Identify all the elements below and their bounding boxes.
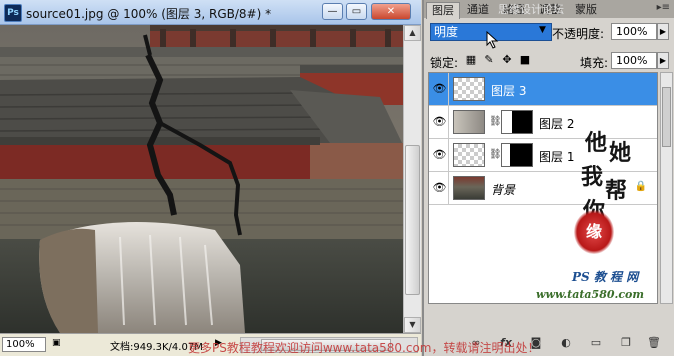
tab-layers[interactable]: 图层 <box>426 2 460 19</box>
watermark-top: 思缘设计论坛 <box>498 3 564 16</box>
layer-row-3[interactable]: 👁 图层 3 <box>429 73 657 106</box>
photoshop-logo-icon: Ps <box>4 4 22 22</box>
watermark-seal: 缘 <box>574 210 614 254</box>
minimize-button[interactable]: — <box>322 3 343 20</box>
lock-all-icon[interactable]: ■ <box>518 53 532 67</box>
fill-arrow-icon[interactable]: ▶ <box>657 52 669 69</box>
document-title: source01.jpg @ 100% (图层 3, RGB/8#) * <box>26 7 272 21</box>
layer-name[interactable]: 背景 <box>491 181 515 198</box>
scroll-down-icon[interactable]: ▼ <box>404 317 421 333</box>
tab-masks[interactable]: 蒙版 <box>570 2 602 18</box>
blend-dropdown-arrow-icon[interactable]: ▼ <box>539 25 546 35</box>
mask-link-icon[interactable]: ⛓ <box>489 149 502 160</box>
scroll-up-icon[interactable]: ▲ <box>404 25 421 41</box>
layer-thumbnail <box>453 176 485 200</box>
document-window: Ps source01.jpg @ 100% (图层 3, RGB/8#) * … <box>0 0 421 356</box>
close-button[interactable]: ✕ <box>371 3 411 20</box>
lock-paint-icon[interactable]: ✎ <box>482 53 496 67</box>
vertical-scrollbar[interactable]: ▲ ▼ <box>403 25 421 333</box>
visibility-eye-icon[interactable]: 👁 <box>431 106 449 138</box>
layer-thumbnail <box>453 77 485 101</box>
zoom-field[interactable]: 100% <box>2 337 46 352</box>
trash-icon[interactable]: 🗑 <box>646 336 662 350</box>
layers-scroll-thumb[interactable] <box>662 87 671 147</box>
watermark-char: 她 <box>609 140 632 166</box>
layer-thumbnail <box>453 110 485 134</box>
restore-button[interactable]: ▭ <box>346 3 367 20</box>
layer-name[interactable]: 图层 1 <box>539 148 574 165</box>
mask-link-icon[interactable]: ⛓ <box>489 116 502 127</box>
panel-menu-icon[interactable]: ▸≡ <box>657 2 670 13</box>
opacity-arrow-icon[interactable]: ▶ <box>657 23 669 40</box>
document-title-bar[interactable]: Ps source01.jpg @ 100% (图层 3, RGB/8#) * … <box>0 0 421 25</box>
tab-channels[interactable]: 通道 <box>462 2 494 18</box>
layer-name[interactable]: 图层 2 <box>539 115 574 132</box>
mouse-cursor-icon <box>486 31 499 49</box>
layers-panel: 图层 通道 路径 调整 蒙版 ▸≡ 明度 ▼ 不透明度: 100% ▶ 锁定: … <box>422 0 674 356</box>
visibility-eye-icon[interactable]: 👁 <box>431 172 449 204</box>
new-layer-icon[interactable]: ❐ <box>618 336 634 350</box>
opacity-label: 不透明度: <box>552 27 605 41</box>
layers-scrollbar[interactable] <box>660 72 673 304</box>
lock-transparent-icon[interactable]: ▦ <box>464 53 478 67</box>
fill-field[interactable]: 100% <box>611 52 657 69</box>
scroll-thumb[interactable] <box>405 145 420 295</box>
watermark-ps-site: PS 教 程 网 <box>572 270 639 284</box>
canvas-image <box>0 25 403 333</box>
watermark-char: 我 <box>581 164 604 190</box>
layer-thumbnail <box>453 143 485 167</box>
visibility-eye-icon[interactable]: 👁 <box>431 73 449 105</box>
visibility-eye-icon[interactable]: 👁 <box>431 139 449 171</box>
lock-label: 锁定: <box>430 56 459 70</box>
image-canvas[interactable] <box>0 25 403 333</box>
adjustment-icon[interactable]: ◐ <box>558 336 574 350</box>
watermark-char: 他 <box>585 130 608 156</box>
watermark-bottom: 更多PS教程教程欢迎访问www.tata580.com，转载请注明出处！ <box>188 341 540 355</box>
layer-name[interactable]: 图层 3 <box>491 82 526 99</box>
lock-move-icon[interactable]: ✥ <box>500 53 514 67</box>
layer-mask-thumbnail[interactable] <box>501 110 533 134</box>
watermark-url: www.tata580.com <box>536 288 645 301</box>
info-icon[interactable]: ▣ <box>52 338 61 348</box>
layer-lock-icon: 🔒 <box>634 181 647 192</box>
opacity-field[interactable]: 100% <box>611 23 657 40</box>
folder-icon[interactable]: ▭ <box>588 336 604 350</box>
layer-mask-thumbnail[interactable] <box>501 143 533 167</box>
watermark-char: 帮 <box>605 178 628 204</box>
fill-label: 填充: <box>580 56 609 70</box>
